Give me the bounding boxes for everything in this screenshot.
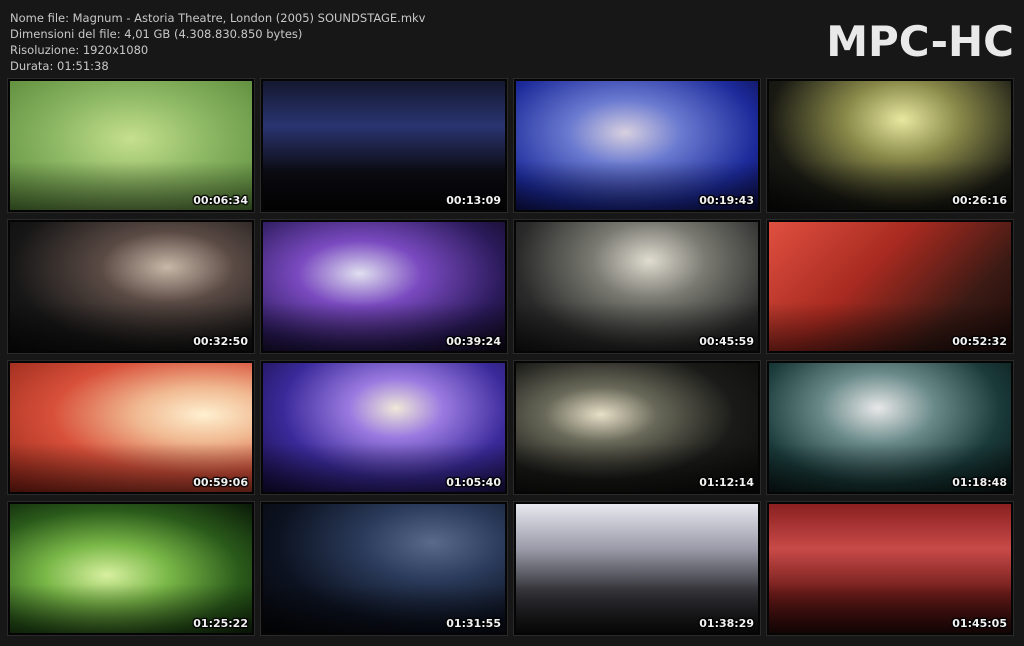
video-thumbnail[interactable]: 00:19:43 — [514, 79, 760, 212]
file-size: Dimensioni del file: 4,01 GB (4.308.830.… — [10, 27, 303, 41]
timestamp-label: 01:12:14 — [699, 476, 754, 489]
file-info: Nome file: Magnum - Astoria Theatre, Lon… — [10, 10, 426, 74]
timestamp-label: 01:05:40 — [446, 476, 501, 489]
timestamp-label: 00:52:32 — [952, 335, 1007, 348]
video-thumbnail[interactable]: 01:38:29 — [514, 502, 760, 635]
timestamp-label: 00:26:16 — [952, 194, 1007, 207]
video-thumbnail[interactable]: 00:06:34 — [8, 79, 254, 212]
timestamp-label: 01:38:29 — [699, 617, 754, 630]
video-thumbnail[interactable]: 00:39:24 — [261, 220, 507, 353]
thumbnail-sheet: Nome file: Magnum - Astoria Theatre, Lon… — [0, 0, 1024, 646]
timestamp-label: 01:31:55 — [446, 617, 501, 630]
video-thumbnail[interactable]: 00:59:06 — [8, 361, 254, 494]
file-duration: Durata: 01:51:38 — [10, 59, 109, 73]
timestamp-label: 00:32:50 — [193, 335, 248, 348]
timestamp-label: 00:13:09 — [446, 194, 501, 207]
video-thumbnail[interactable]: 01:05:40 — [261, 361, 507, 494]
video-thumbnail[interactable]: 01:31:55 — [261, 502, 507, 635]
timestamp-label: 01:25:22 — [193, 617, 248, 630]
video-thumbnail[interactable]: 00:26:16 — [767, 79, 1013, 212]
timestamp-label: 00:39:24 — [446, 335, 501, 348]
file-name: Nome file: Magnum - Astoria Theatre, Lon… — [10, 11, 426, 25]
timestamp-label: 00:45:59 — [699, 335, 754, 348]
file-resolution: Risoluzione: 1920x1080 — [10, 43, 149, 57]
timestamp-label: 01:45:05 — [952, 617, 1007, 630]
video-thumbnail[interactable]: 01:12:14 — [514, 361, 760, 494]
timestamp-label: 01:18:48 — [952, 476, 1007, 489]
timestamp-label: 00:06:34 — [193, 194, 248, 207]
timestamp-label: 00:19:43 — [699, 194, 754, 207]
video-thumbnail[interactable]: 01:25:22 — [8, 502, 254, 635]
video-thumbnail[interactable]: 00:45:59 — [514, 220, 760, 353]
video-thumbnail[interactable]: 01:45:05 — [767, 502, 1013, 635]
video-thumbnail[interactable]: 00:32:50 — [8, 220, 254, 353]
video-thumbnail[interactable]: 00:13:09 — [261, 79, 507, 212]
video-thumbnail[interactable]: 00:52:32 — [767, 220, 1013, 353]
mpc-hc-logo: MPC-HC — [826, 17, 1014, 66]
timestamp-label: 00:59:06 — [193, 476, 248, 489]
video-thumbnail[interactable]: 01:18:48 — [767, 361, 1013, 494]
thumbnail-grid: 00:06:34 00:13:09 00:19:43 00:26:16 00:32:50… — [8, 79, 1013, 635]
